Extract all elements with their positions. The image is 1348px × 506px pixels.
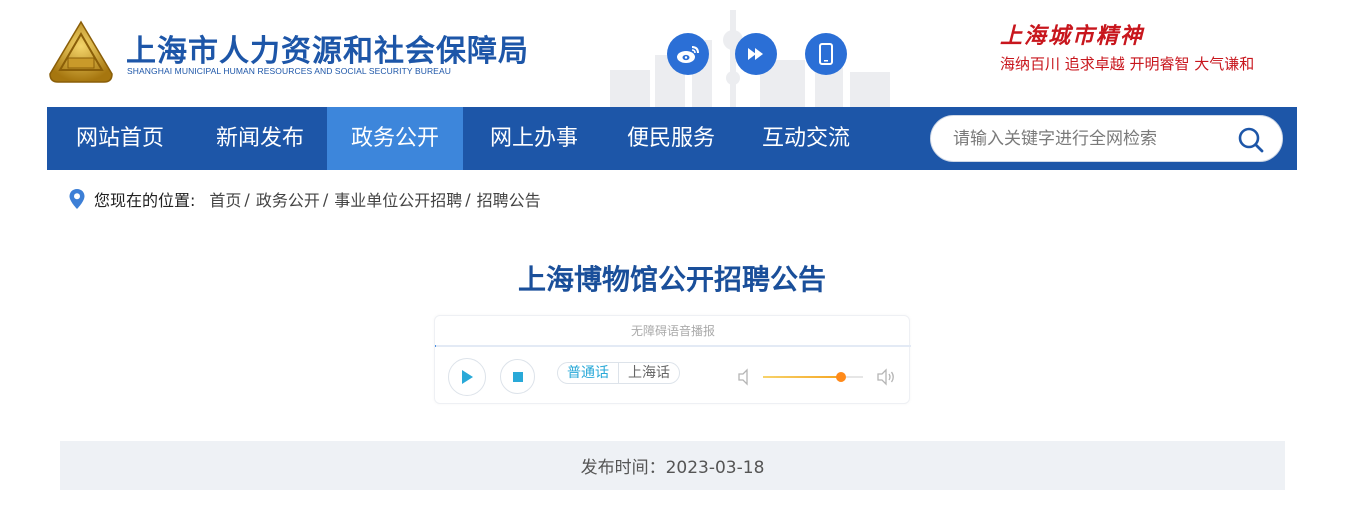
search-input[interactable] xyxy=(953,116,1223,161)
mobile-button[interactable] xyxy=(805,33,847,75)
bureau-logo[interactable] xyxy=(46,20,116,84)
playback-progress-bar[interactable] xyxy=(435,345,911,347)
site-header: 上海市人力资源和社会保障局 SHANGHAI MUNICIPAL HUMAN R… xyxy=(0,0,1348,107)
player-label: 无障碍语音播报 xyxy=(630,324,715,338)
volume-slider[interactable] xyxy=(763,372,863,382)
language-mandarin[interactable]: 普通话 xyxy=(558,363,619,383)
search-box xyxy=(930,115,1283,162)
search-icon[interactable] xyxy=(1237,126,1265,154)
article-title: 上海博物馆公开招聘公告 xyxy=(517,263,826,296)
site-subtitle: SHANGHAI MUNICIPAL HUMAN RESOURCES AND S… xyxy=(127,66,451,76)
breadcrumb-home[interactable]: 首页 xyxy=(209,187,241,211)
play-icon xyxy=(462,370,473,384)
stop-icon xyxy=(512,371,523,382)
breadcrumb-recruitment-notice[interactable]: 招聘公告 xyxy=(477,187,541,211)
breadcrumb-public-recruitment[interactable]: 事业单位公开招聘 xyxy=(334,187,462,211)
fast-forward-button[interactable] xyxy=(735,33,777,75)
breadcrumb-separator: / xyxy=(465,189,471,209)
volume-knob[interactable] xyxy=(836,372,846,382)
nav-public-services[interactable]: 便民服务 xyxy=(605,107,737,170)
weibo-icon xyxy=(677,46,699,63)
main-nav: 网站首页 新闻发布 政务公开 网上办事 便民服务 互动交流 xyxy=(47,107,1297,170)
accessibility-audio-player: 无障碍语音播报 普通话 上海话 xyxy=(434,315,911,404)
nav-interaction[interactable]: 互动交流 xyxy=(737,107,875,170)
mobile-phone-icon xyxy=(819,43,833,65)
volume-high-icon[interactable] xyxy=(875,366,897,388)
breadcrumb-label: 您现在的位置: xyxy=(94,191,196,210)
nav-home[interactable]: 网站首页 xyxy=(47,107,193,170)
nav-news[interactable]: 新闻发布 xyxy=(193,107,327,170)
playback-progress-fill xyxy=(435,345,436,347)
language-shanghainese[interactable]: 上海话 xyxy=(619,363,679,383)
city-spirit-title: 上海城市精神 xyxy=(1000,23,1145,49)
play-button[interactable] xyxy=(448,358,486,396)
breadcrumb-government-affairs[interactable]: 政务公开 xyxy=(256,187,320,211)
publish-time: 发布时间：2023-03-18 xyxy=(580,458,765,478)
location-pin-icon xyxy=(69,189,85,209)
nav-online-services[interactable]: 网上办事 xyxy=(463,107,605,170)
volume-low-icon[interactable] xyxy=(735,366,757,388)
weibo-button[interactable] xyxy=(667,33,709,75)
nav-government-affairs[interactable]: 政务公开 xyxy=(327,107,463,170)
breadcrumb-separator: / xyxy=(244,189,250,209)
fast-forward-icon xyxy=(748,48,763,60)
breadcrumb: 您现在的位置: 首页 / 政务公开 / 事业单位公开招聘 / 招聘公告 xyxy=(68,187,541,211)
language-switch: 普通话 上海话 xyxy=(557,362,680,384)
site-title[interactable]: 上海市人力资源和社会保障局 xyxy=(126,26,529,70)
city-spirit-slogan: 海纳百川 追求卓越 开明睿智 大气谦和 xyxy=(1000,55,1255,73)
breadcrumb-separator: / xyxy=(322,189,329,209)
publish-info-bar: 发布时间：2023-03-18 xyxy=(60,441,1285,490)
stop-button[interactable] xyxy=(500,359,535,394)
volume-fill xyxy=(763,376,841,378)
